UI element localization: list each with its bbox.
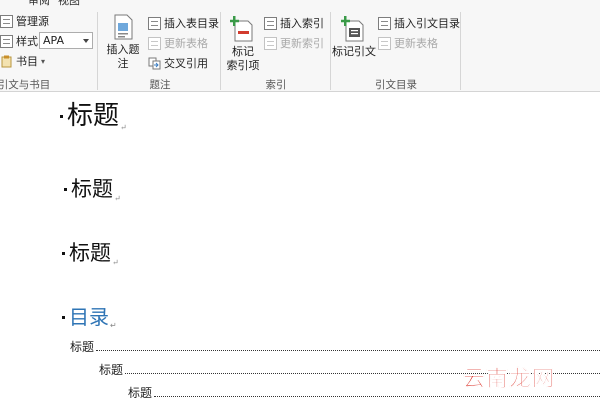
group-separator bbox=[460, 12, 461, 90]
mark-citation-button[interactable]: 标记引文 bbox=[330, 14, 378, 59]
heading-3[interactable]: 标题 ↵ bbox=[62, 237, 119, 267]
update-index-button[interactable]: 更新索引 bbox=[264, 34, 324, 52]
group-label-captions: 题注 bbox=[149, 79, 171, 91]
paragraph-mark-icon: ↵ bbox=[110, 321, 117, 330]
update-table-button[interactable]: 更新表格 bbox=[148, 34, 208, 52]
group-label-citations: 引文与书目 bbox=[0, 79, 51, 91]
group-label-table-of-authorities: 引文目录 bbox=[375, 79, 417, 91]
document-page[interactable]: 标题 ↵ 标题 ↵ 标题 ↵ 目录 ↵ 标题 标题 标题 bbox=[0, 93, 600, 405]
insert-index-icon bbox=[264, 16, 277, 30]
heading-1[interactable]: 标题 ↵ bbox=[60, 95, 127, 132]
insert-table-of-figures-button[interactable]: 插入表目录 bbox=[148, 14, 219, 32]
dropdown-arrow-icon: ▾ bbox=[41, 56, 46, 66]
style-row: 样式: bbox=[0, 32, 42, 50]
insert-index-button[interactable]: 插入索引 bbox=[264, 14, 324, 32]
update-index-icon bbox=[264, 36, 277, 50]
citation-style-select[interactable]: APA bbox=[39, 32, 93, 49]
insert-caption-button[interactable]: 插入题注 bbox=[102, 14, 144, 71]
group-separator bbox=[220, 12, 221, 90]
heading-bullet bbox=[64, 188, 67, 192]
insert-caption-icon bbox=[114, 14, 133, 40]
ribbon-tab-strip: 审阅 视图 bbox=[0, 0, 600, 8]
toc-title[interactable]: 目录 ↵ bbox=[62, 301, 117, 330]
mark-entry-icon bbox=[230, 16, 253, 42]
toc-entry[interactable]: 标题 bbox=[70, 338, 600, 355]
paragraph-mark-icon: ↵ bbox=[120, 123, 127, 132]
mark-citation-icon bbox=[341, 16, 364, 42]
manage-sources-button[interactable]: 管理源 bbox=[0, 12, 49, 30]
table-of-figures-icon bbox=[148, 16, 161, 30]
group-label-index: 索引 bbox=[265, 79, 287, 91]
update-table-icon bbox=[148, 36, 161, 50]
heading-bullet bbox=[62, 252, 65, 256]
ribbon: 审阅 视图 管理源 样式: APA 书目 ▾ 引文与书目 插入题注 插入表目录 … bbox=[0, 0, 600, 92]
paragraph-mark-icon: ↵ bbox=[112, 258, 119, 267]
insert-table-of-authorities-button[interactable]: 插入引文目录 bbox=[378, 14, 460, 32]
chevron-down-icon bbox=[83, 39, 89, 43]
group-separator bbox=[97, 12, 98, 90]
update-toa-button[interactable]: 更新表格 bbox=[378, 34, 438, 52]
bibliography-icon bbox=[0, 55, 13, 68]
mark-entry-button[interactable]: 标记 索引项 bbox=[224, 14, 262, 73]
toc-leader-dots bbox=[96, 350, 600, 351]
insert-toa-icon bbox=[378, 16, 391, 30]
heading-bullet bbox=[60, 114, 63, 118]
heading-2[interactable]: 标题 ↵ bbox=[64, 173, 121, 203]
heading-bullet bbox=[62, 316, 65, 319]
tab-view[interactable]: 视图 bbox=[58, 0, 80, 8]
style-icon bbox=[0, 34, 13, 48]
toc-leader-dots bbox=[154, 396, 600, 397]
bibliography-button[interactable]: 书目 ▾ bbox=[0, 52, 45, 70]
manage-sources-icon bbox=[0, 14, 13, 28]
tab-review[interactable]: 审阅 bbox=[28, 0, 50, 8]
paragraph-mark-icon: ↵ bbox=[114, 194, 121, 203]
cross-reference-icon bbox=[148, 57, 161, 70]
watermark-logo: 云南龙网 bbox=[463, 367, 556, 393]
cross-reference-button[interactable]: 交叉引用 bbox=[148, 54, 208, 72]
update-toa-icon bbox=[378, 36, 391, 50]
